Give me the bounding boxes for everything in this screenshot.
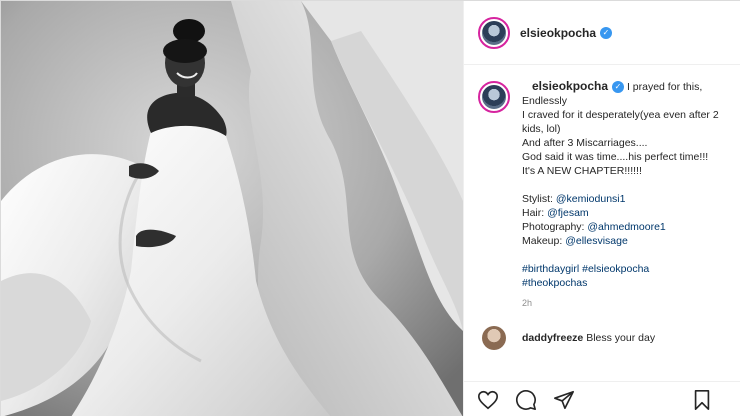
caption-line: I craved for it desperately(yea even aft… xyxy=(522,109,719,135)
caption: elsieokpocha ✓ I prayed for this, Endless… xyxy=(478,79,728,310)
like-button[interactable] xyxy=(476,388,500,412)
verified-badge-icon: ✓ xyxy=(612,81,625,94)
caption-line: God said it was time....his perfect time… xyxy=(522,151,709,163)
caption-line: And after 3 Miscarriages.... xyxy=(522,137,648,149)
author-username[interactable]: elsieokpocha xyxy=(520,26,596,40)
comments-section: elsieokpocha ✓ I prayed for this, Endless… xyxy=(464,65,740,381)
credit-makeup: Makeup: @ellesvisage xyxy=(522,234,728,248)
verified-badge-icon: ✓ xyxy=(600,26,613,39)
mention-link[interactable]: @fjesam xyxy=(547,207,589,219)
commenter-avatar[interactable] xyxy=(482,326,506,350)
share-button[interactable] xyxy=(552,388,576,412)
mention-link[interactable]: @kemiodunsi1 xyxy=(556,193,626,205)
caption-body: elsieokpocha ✓ I prayed for this, Endless… xyxy=(522,79,728,310)
maternity-photo-image xyxy=(1,1,463,416)
caption-text: I prayed for this, xyxy=(626,81,703,93)
mention-link[interactable]: @ahmedmoore1 xyxy=(587,221,665,233)
caption-line: It's A NEW CHAPTER!!!!!! xyxy=(522,165,642,177)
hashtags[interactable]: #birthdaygirl #elsieokpocha xyxy=(522,262,728,276)
action-bar xyxy=(464,381,740,416)
comment-item: daddyfreeze Bless your day xyxy=(478,326,728,350)
author-avatar[interactable] xyxy=(478,16,510,49)
heart-icon xyxy=(478,390,498,409)
save-button[interactable] xyxy=(690,388,714,412)
credit-label: Stylist: xyxy=(522,193,553,205)
caption-timestamp[interactable]: 2h xyxy=(522,296,728,310)
hashtags[interactable]: #theokpochas xyxy=(522,276,728,290)
credit-label: Makeup: xyxy=(522,235,563,247)
credit-label: Photography: xyxy=(522,221,585,233)
post-photo[interactable] xyxy=(1,1,463,416)
credit-photography: Photography: @ahmedmoore1 xyxy=(522,220,728,234)
caption-line: Endlessly xyxy=(522,95,567,107)
comment-icon xyxy=(516,389,536,410)
bookmark-icon xyxy=(694,390,710,410)
caption-author-username[interactable]: elsieokpocha xyxy=(532,79,608,93)
credit-hair: Hair: @fjesam xyxy=(522,206,728,220)
mention-link[interactable]: @ellesvisage xyxy=(565,235,628,247)
credit-stylist: Stylist: @kemiodunsi1 xyxy=(522,192,728,206)
post-header: elsieokpocha ✓ xyxy=(464,1,740,65)
comment-text-block: daddyfreeze Bless your day xyxy=(522,332,655,344)
commenter-username[interactable]: daddyfreeze xyxy=(522,332,583,344)
instagram-post: elsieokpocha ✓ elsieokpocha ✓ I prayed fo… xyxy=(0,0,740,416)
comment-text: Bless your day xyxy=(586,332,656,344)
caption-author-avatar[interactable] xyxy=(478,81,510,113)
post-sidebar: elsieokpocha ✓ elsieokpocha ✓ I prayed fo… xyxy=(463,1,740,416)
avatar-image xyxy=(482,85,506,109)
share-icon xyxy=(554,390,574,409)
comment-button[interactable] xyxy=(514,388,538,412)
avatar-image xyxy=(482,20,506,45)
caption-first-line: elsieokpocha ✓ I prayed for this, xyxy=(522,79,728,94)
credit-label: Hair: xyxy=(522,207,545,219)
